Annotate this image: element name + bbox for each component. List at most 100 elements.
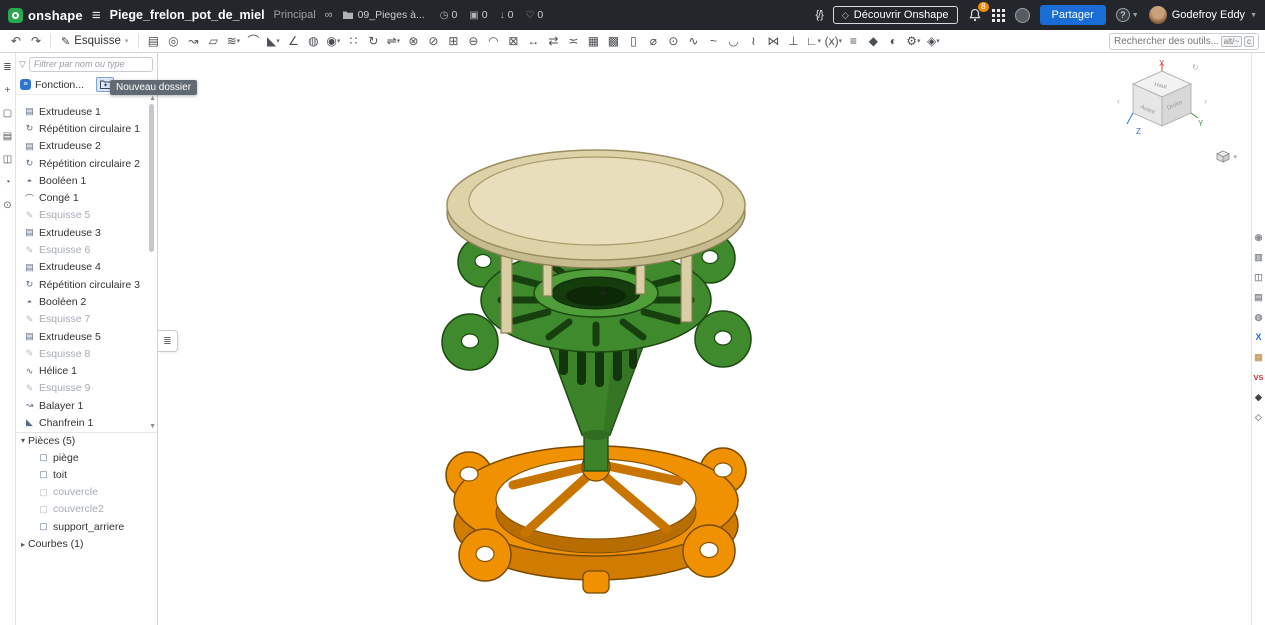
feature-item[interactable]: ↻ Répétition circulaire 3 <box>16 276 157 293</box>
feature-item[interactable]: ▤ Extrudeuse 4 <box>16 259 157 276</box>
measure-tool[interactable]: ∟ ▾ <box>803 30 823 52</box>
app-icon-9[interactable]: ◆ <box>1255 393 1262 402</box>
redo-button[interactable]: ↷ <box>26 30 46 52</box>
branch-icon[interactable]: ◫ <box>2 153 14 165</box>
variable-studio-tool[interactable]: ≡ ▾ <box>843 30 863 52</box>
appearance-tool[interactable]: ◐ ▾ <box>883 30 903 52</box>
modify-fillet-tool[interactable]: ◠ ▾ <box>483 30 503 52</box>
intersection-curve-tool[interactable]: ⋈ ▾ <box>763 30 783 52</box>
notifications-button[interactable]: 8 <box>968 2 989 22</box>
shell-tool[interactable]: ◍ ▾ <box>303 30 323 52</box>
part-item[interactable]: ▢ support_arriere <box>16 518 157 535</box>
parts-section-header[interactable]: ▾ Pièces (5) <box>16 431 157 449</box>
scroll-up-arrow[interactable]: ▲ <box>149 95 156 102</box>
notes-icon[interactable]: ▤ <box>2 130 14 142</box>
imports-count[interactable]: ↓ 0 <box>500 9 514 21</box>
tool-search-input[interactable] <box>1114 35 1219 47</box>
feature-item[interactable]: ↝ Balayer 1 <box>16 397 157 414</box>
feature-list-scrollbar[interactable] <box>149 104 154 252</box>
chamfer-tool[interactable]: ◣ ▾ <box>263 30 283 52</box>
sketch-button[interactable]: ✎ Esquisse ▾ <box>55 30 134 52</box>
user-menu[interactable]: Godefroy Eddy ▼ <box>1148 6 1257 24</box>
delete-face-tool[interactable]: ⊠ ▾ <box>503 30 523 52</box>
variable-tool[interactable]: (x) ▾ <box>823 30 843 52</box>
feature-item[interactable]: ▤ Extrudeuse 3 <box>16 224 157 241</box>
panel-collapse-handle[interactable]: ≣ <box>158 330 178 352</box>
thicken-tool[interactable]: ≋ ▾ <box>223 30 243 52</box>
app-icon-10[interactable]: ◇ <box>1255 413 1262 422</box>
part-item[interactable]: ▢ toit <box>16 466 157 483</box>
spline-tool[interactable]: ~ ▾ <box>703 30 723 52</box>
link-icon[interactable]: ∞ <box>325 9 333 21</box>
main-menu-icon[interactable]: ≡ <box>92 7 101 24</box>
point-tool[interactable]: ⊙ ▾ <box>663 30 683 52</box>
undo-button[interactable]: ↶ <box>6 30 26 52</box>
mirror-tool[interactable]: ⇌ ▾ <box>383 30 403 52</box>
loft-tool[interactable]: ▱ ▾ <box>203 30 223 52</box>
panel-toggle-icon[interactable]: ≣ <box>2 61 14 73</box>
feature-item[interactable]: ◓ Booléen 1 <box>16 172 157 189</box>
app-icon-3[interactable]: ◫ <box>1254 273 1263 282</box>
xometry-app-icon[interactable]: X <box>1255 333 1261 342</box>
material-tool[interactable]: ◆ ▾ <box>863 30 883 52</box>
feature-item[interactable]: ✎ Esquisse 6 <box>16 241 157 258</box>
user-app-icon[interactable]: ◉ <box>1255 233 1263 242</box>
likes-count[interactable]: ♡ 0 <box>525 9 543 21</box>
feature-item[interactable]: ✎ Esquisse 7 <box>16 311 157 328</box>
app-icon-8[interactable]: vs <box>1253 373 1263 382</box>
feature-item[interactable]: ▤ Extrudeuse 5 <box>16 328 157 345</box>
view-cube[interactable]: Haut Avant Droite X Y Z ‹ › ↻ <box>1116 58 1211 148</box>
app-icon-4[interactable]: ▤ <box>1254 293 1263 302</box>
feature-item[interactable]: ▤ Extrudeuse 2 <box>16 138 157 155</box>
workspace-name[interactable]: Principal <box>274 9 316 21</box>
linear-pattern-tool[interactable]: ∷ ▾ <box>343 30 363 52</box>
feature-item[interactable]: ◓ Booléen 2 <box>16 293 157 310</box>
insert-icon[interactable]: + <box>2 84 14 96</box>
view-options-button[interactable]: ▾ <box>1216 150 1237 163</box>
revolve-tool[interactable]: ◎ ▾ <box>163 30 183 52</box>
custom-feature-tool[interactable]: ⚙ ▾ <box>903 30 923 52</box>
help-button[interactable]: ? ▼ <box>1115 8 1139 22</box>
origin-point[interactable] <box>601 291 605 295</box>
feature-item[interactable]: ↻ Répétition circulaire 1 <box>16 120 157 137</box>
offset-surface-tool[interactable]: ≍ ▾ <box>563 30 583 52</box>
feature-item[interactable]: ↻ Répétition circulaire 2 <box>16 155 157 172</box>
app-store-icon[interactable] <box>991 8 1005 22</box>
comments-icon[interactable]: ▢ <box>2 107 14 119</box>
part-item[interactable]: ▢ couvercle <box>16 484 157 501</box>
roll-arrow[interactable]: ↻ <box>1192 63 1199 72</box>
replace-face-tool[interactable]: ⇄ ▾ <box>543 30 563 52</box>
hole-tool[interactable]: ◉ ▾ <box>323 30 343 52</box>
helix-tool[interactable]: ∿ ▾ <box>683 30 703 52</box>
projected-curve-tool[interactable]: ◡ ▾ <box>723 30 743 52</box>
filter-input[interactable] <box>28 56 153 72</box>
extrude-tool[interactable]: ▤ ▾ <box>143 30 163 52</box>
model-lid-part[interactable] <box>446 149 746 269</box>
app-icon-7[interactable]: ▦ <box>1254 353 1263 362</box>
app-icon-2[interactable]: ▥ <box>1254 253 1263 262</box>
copies-count[interactable]: ▣ 0 <box>469 9 487 21</box>
folder-breadcrumb[interactable]: 09_Pieges à... <box>342 9 425 21</box>
feature-item[interactable]: ✎ Esquisse 5 <box>16 207 157 224</box>
feature-item[interactable]: ◣ Chanfrein 1 <box>16 414 157 431</box>
features-tab[interactable]: Fonction... <box>35 79 84 91</box>
app-icon-5[interactable]: ◍ <box>1255 313 1263 322</box>
share-button[interactable]: Partager <box>1039 5 1106 25</box>
featurescript-insert-tool[interactable]: ◈ ▾ <box>923 30 943 52</box>
document-title[interactable]: Piege_frelon_pot_de_miel <box>110 8 265 22</box>
draft-tool[interactable]: ∠ ▾ <box>283 30 303 52</box>
curves-section-header[interactable]: ▸ Courbes (1) <box>16 535 157 552</box>
feature-item[interactable]: ⌒ Congé 1 <box>16 189 157 206</box>
boundary-surface-tool[interactable]: ▦ ▾ <box>583 30 603 52</box>
onshape-logo[interactable]: onshape <box>8 7 83 23</box>
composite-curve-tool[interactable]: ≀ ▾ <box>743 30 763 52</box>
feature-item[interactable]: ▤ Extrudeuse 1 <box>16 103 157 120</box>
feature-item[interactable]: ∿ Hélice 1 <box>16 362 157 379</box>
fill-surface-tool[interactable]: ▩ ▾ <box>603 30 623 52</box>
boolean-tool[interactable]: ⊗ ▾ <box>403 30 423 52</box>
viewport-3d[interactable]: ≣ Haut Avant Droite X Y Z ‹ › ↻ ▾ <box>158 53 1251 625</box>
split-tool[interactable]: ⊘ ▾ <box>423 30 443 52</box>
history-icon[interactable]: ◔ <box>2 176 14 188</box>
transform-tool[interactable]: ⊞ ▾ <box>443 30 463 52</box>
plane-tool[interactable]: ▯ ▾ <box>623 30 643 52</box>
